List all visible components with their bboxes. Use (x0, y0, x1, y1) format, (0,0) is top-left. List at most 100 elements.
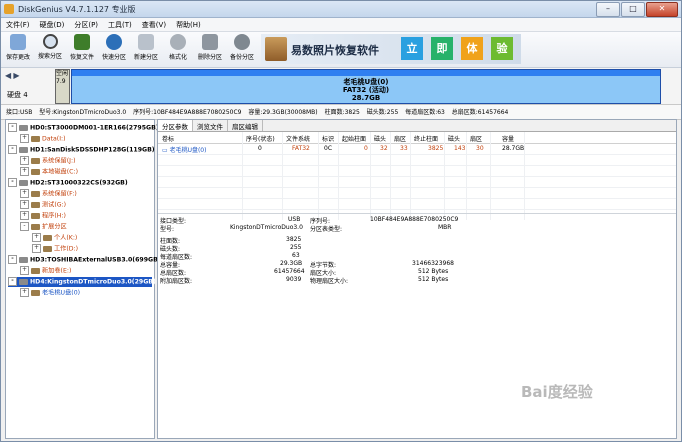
collapse-icon[interactable]: - (8, 145, 17, 154)
tree-item-disk[interactable]: - HD2:ST31000322CS(932GB) (8, 178, 128, 188)
menu-partition[interactable]: 分区(P) (69, 18, 103, 31)
search-partition-button[interactable]: 搜索分区 (35, 34, 65, 66)
expand-icon[interactable]: + (20, 211, 29, 220)
info-model: 型号:KingstonDTmicroDuo3.0 (39, 109, 127, 116)
tree-item-extended[interactable]: - 扩展分区 (20, 222, 67, 232)
tree-item-disk[interactable]: - HD0:ST3000DM001-1ER166(2795GB) (8, 123, 159, 133)
prop-value: MBR (438, 224, 452, 231)
grid-line (466, 132, 467, 220)
partition-name: 老毛桃U盘(0) (343, 78, 389, 86)
menu-tools[interactable]: 工具(T) (103, 18, 137, 31)
prop-label: 附加扇区数: (160, 278, 193, 285)
tree-item-partition[interactable]: + 系统保留(J:) (20, 156, 76, 166)
tree-item-partition[interactable]: + 老毛桃U盘(0) (20, 288, 80, 298)
expand-icon[interactable]: + (20, 189, 29, 198)
menu-view[interactable]: 查看(V) (137, 18, 171, 31)
save-changes-button[interactable]: 保存更改 (3, 34, 33, 66)
tree-item-partition[interactable]: + 本地磁盘(C:) (20, 167, 78, 177)
expand-icon[interactable]: + (20, 288, 29, 297)
tree-item-disk[interactable]: - HD3:TOSHIBAExternalUSB3.0(699GB) (8, 255, 161, 265)
format-button[interactable]: 格式化 (163, 34, 193, 66)
quick-partition-icon (106, 34, 122, 50)
collapse-icon[interactable]: - (8, 255, 17, 264)
tree-item-partition[interactable]: + 测试(G:) (20, 200, 66, 210)
expand-icon[interactable]: + (20, 156, 29, 165)
prop-label: 型号: (160, 226, 175, 233)
row-start-sector: 33 (400, 145, 408, 152)
col-start-head: 磁头 (374, 136, 387, 143)
tree-item-partition[interactable]: + 个人(K:) (32, 233, 77, 243)
expand-icon[interactable]: + (32, 244, 41, 253)
prop-label: 分区表类型: (310, 226, 343, 233)
collapse-icon[interactable]: - (20, 222, 29, 231)
prop-value: 255 (290, 244, 302, 251)
prop-value: USB (288, 216, 301, 223)
expand-icon[interactable]: + (20, 200, 29, 209)
search-icon (42, 34, 58, 49)
grid-line (410, 132, 411, 220)
prop-value: 512 Bytes (418, 268, 449, 275)
table-row[interactable]: ▭ 老毛桃U盘(0) 0 FAT32 0C 0 32 33 3825 143 3… (158, 144, 676, 154)
partition-icon (31, 223, 40, 230)
ad-banner[interactable]: 易数照片恢复软件 立 即 体 验 (261, 34, 521, 64)
collapse-icon[interactable]: - (8, 178, 17, 187)
expand-icon[interactable]: + (32, 233, 41, 242)
banner-badge: 验 (491, 37, 513, 60)
grid-line (242, 132, 243, 220)
next-disk-icon[interactable]: ▶ (13, 71, 19, 80)
menu-help[interactable]: 帮助(H) (171, 18, 206, 31)
window-controls: – □ ✕ (596, 2, 678, 17)
partition-size: 28.7GB (351, 94, 381, 102)
menu-file[interactable]: 文件(F) (1, 18, 35, 31)
expand-icon[interactable]: + (20, 167, 29, 176)
backup-partition-button[interactable]: 备份分区 (227, 34, 257, 66)
partition-icon (43, 245, 52, 252)
row-index: 0 (258, 145, 262, 152)
tree-item-partition[interactable]: + 新加卷(E:) (20, 266, 71, 276)
menu-disk[interactable]: 硬盘(D) (35, 18, 70, 31)
col-fs: 文件系统 (286, 136, 311, 143)
collapse-icon[interactable]: - (8, 277, 17, 286)
quick-partition-button[interactable]: 快速分区 (99, 34, 129, 66)
disk-icon (19, 179, 28, 186)
tree-item-partition[interactable]: + 工作(D:) (32, 244, 78, 254)
row-capacity: 28.7GB (502, 145, 525, 152)
banner-badge: 立 (401, 37, 423, 60)
tab-sector-editor[interactable]: 扇区编辑 (228, 120, 263, 131)
prev-disk-icon[interactable]: ◀ (5, 71, 11, 80)
trash-icon (202, 34, 218, 50)
tab-browse-files[interactable]: 浏览文件 (193, 120, 228, 131)
maximize-button[interactable]: □ (621, 2, 645, 17)
close-button[interactable]: ✕ (646, 2, 678, 17)
tree-item-disk-selected[interactable]: - HD4:KingstonDTmicroDuo3.0(29GB) (8, 277, 156, 287)
info-sectors-per-track: 每道扇区数:63 (405, 109, 445, 116)
partition-icon (31, 135, 40, 142)
grid-line (158, 198, 676, 199)
partition-block[interactable]: 老毛桃U盘(0) FAT32 (活动) 28.7GB (71, 69, 661, 104)
disk-info-bar: 接口:USB 型号:KingstonDTmicroDuo3.0 序列号:10BF… (1, 105, 681, 120)
free-space-block[interactable]: 空闲 7.9 (55, 69, 70, 104)
window-title: DiskGenius V4.7.1.127 专业版 (18, 5, 136, 14)
row-start-head: 32 (380, 145, 388, 152)
disk-nav: ◀ ▶ 硬盘 4 (5, 71, 35, 101)
grid-line (158, 154, 676, 155)
collapse-icon[interactable]: - (8, 123, 17, 132)
tree-item-partition[interactable]: + Data(I:) (20, 134, 66, 144)
partition-icon (31, 168, 40, 175)
tree-item-partition[interactable]: + 程序(H:) (20, 211, 66, 221)
delete-partition-button[interactable]: 删除分区 (195, 34, 225, 66)
grid-line (490, 132, 491, 220)
info-cylinders: 柱面数:3825 (324, 109, 360, 116)
tree-item-disk[interactable]: - HD1:SanDiskSDSSDHP128G(119GB) (8, 145, 155, 155)
prop-label: 物理扇区大小: (310, 278, 349, 285)
tree-item-partition[interactable]: + 系统保留(F:) (20, 189, 77, 199)
minimize-button[interactable]: – (596, 2, 620, 17)
expand-icon[interactable]: + (20, 134, 29, 143)
prop-value: 10BF484E9A888E7080250C9 (370, 216, 459, 223)
tab-partition-params[interactable]: 分区参数 (158, 120, 193, 131)
new-partition-button[interactable]: 新建分区 (131, 34, 161, 66)
grid-line (444, 132, 445, 220)
recover-files-button[interactable]: 恢复文件 (67, 34, 97, 66)
banner-badge: 体 (461, 37, 483, 60)
expand-icon[interactable]: + (20, 266, 29, 275)
